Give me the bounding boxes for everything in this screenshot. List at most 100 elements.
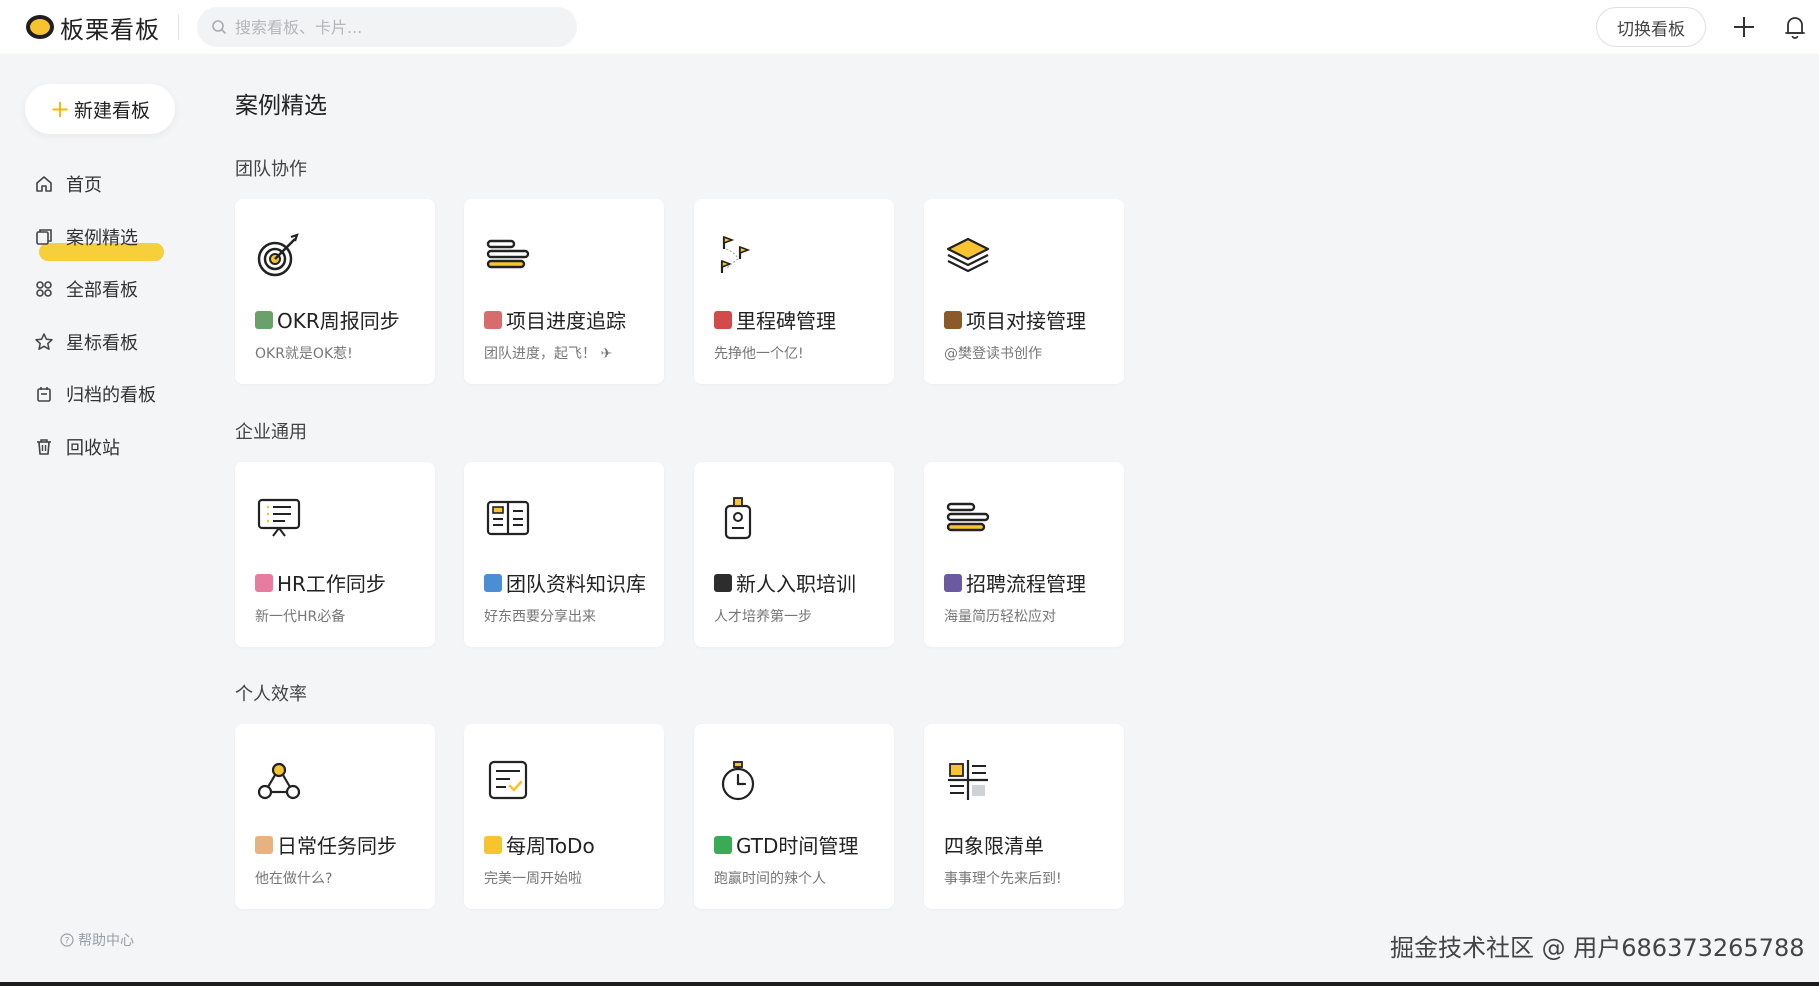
card-description: 他在做什么? bbox=[255, 871, 333, 887]
home-icon bbox=[36, 176, 52, 193]
watermark: 掘金技术社区 @ 用户686373265788 bbox=[1390, 934, 1805, 962]
template-card[interactable]: 日常任务同步 他在做什么? bbox=[235, 724, 435, 909]
header-divider bbox=[178, 14, 179, 40]
list-bars-icon bbox=[946, 502, 990, 532]
card-description: 好东西要分享出来 bbox=[484, 609, 596, 625]
star-icon bbox=[35, 333, 53, 350]
milestone-flags-icon bbox=[720, 235, 751, 273]
chestnut-logo-icon bbox=[26, 15, 54, 39]
person-emoji-icon bbox=[255, 310, 273, 329]
sidebar-item-label: 星标看板 bbox=[66, 332, 138, 354]
card-description: OKR就是OK惹! bbox=[255, 346, 353, 362]
sidebar-item-home[interactable]: 首页 bbox=[34, 158, 156, 211]
section-title: 个人效率 bbox=[235, 684, 307, 705]
sidebar-item-trash[interactable]: 回收站 bbox=[34, 421, 156, 474]
search-input[interactable] bbox=[235, 17, 555, 37]
help-center-link[interactable]: ? 帮助中心 bbox=[60, 930, 134, 950]
template-card[interactable]: HR工作同步 新一代HR必备 bbox=[235, 462, 435, 647]
card-description: 先挣他一个亿! bbox=[714, 346, 804, 362]
template-card[interactable]: 新人入职培训 人才培养第一步 bbox=[694, 462, 894, 647]
search-icon bbox=[212, 20, 226, 34]
card-title: 项目进度追踪 bbox=[506, 309, 626, 333]
card-description: 海量简历轻松应对 bbox=[944, 609, 1056, 625]
grid-icon bbox=[36, 281, 52, 298]
template-card[interactable]: 里程碑管理 先挣他一个亿! bbox=[694, 199, 894, 384]
top-bar: 板栗看板 bbox=[0, 0, 1819, 54]
bell-icon[interactable] bbox=[1782, 14, 1808, 40]
card-title: 每周ToDo bbox=[506, 834, 595, 858]
card-title: 日常任务同步 bbox=[277, 834, 397, 858]
plus-icon: + bbox=[49, 95, 71, 123]
sidebar-item-archived[interactable]: 归档的看板 bbox=[34, 368, 156, 421]
new-board-button[interactable]: + 新建看板 bbox=[25, 84, 175, 134]
person-emoji-icon bbox=[944, 573, 962, 592]
presentation-board-icon bbox=[257, 498, 301, 537]
card-title: 四象限清单 bbox=[944, 834, 1044, 858]
checklist-icon bbox=[488, 760, 528, 800]
sidebar-item-label: 回收站 bbox=[66, 437, 120, 459]
target-icon bbox=[257, 233, 299, 277]
template-card[interactable]: 每周ToDo 完美一周开始啦 bbox=[464, 724, 664, 909]
section-title: 团队协作 bbox=[235, 159, 307, 180]
template-card[interactable]: GTD时间管理 跑赢时间的辣个人 bbox=[694, 724, 894, 909]
card-description: 事事理个先来后到! bbox=[944, 871, 1062, 887]
question-circle-icon: ? bbox=[60, 933, 74, 947]
card-title: 招聘流程管理 bbox=[966, 572, 1086, 596]
app-logo[interactable]: 板栗看板 bbox=[26, 0, 160, 54]
sidebar-item-featured[interactable]: 案例精选 bbox=[34, 211, 164, 264]
help-center-label: 帮助中心 bbox=[78, 933, 134, 949]
svg-text:?: ? bbox=[65, 937, 70, 947]
stopwatch-icon bbox=[721, 761, 755, 801]
network-triangle-icon bbox=[257, 762, 301, 800]
template-card[interactable]: 四象限清单 事事理个先来后到! bbox=[924, 724, 1124, 909]
briefcase-emoji-icon bbox=[944, 310, 962, 329]
badge-icon bbox=[724, 497, 752, 540]
card-title: 项目对接管理 bbox=[966, 309, 1086, 333]
progress-bars-icon bbox=[486, 239, 530, 269]
window-bottom-edge bbox=[0, 982, 1819, 986]
new-board-label: 新建看板 bbox=[74, 99, 151, 122]
card-description: 团队进度，起飞！ ✈ bbox=[484, 346, 613, 362]
template-card[interactable]: 项目进度追踪 团队进度，起飞！ ✈ bbox=[464, 199, 664, 384]
sidebar-item-all-boards[interactable]: 全部看板 bbox=[34, 263, 156, 316]
copy-icon bbox=[36, 228, 52, 245]
template-card[interactable]: 招聘流程管理 海量简历轻松应对 bbox=[924, 462, 1124, 647]
sidebar-item-label: 首页 bbox=[66, 175, 102, 197]
card-title: 里程碑管理 bbox=[736, 309, 836, 333]
layers-icon bbox=[946, 237, 990, 273]
card-title: HR工作同步 bbox=[277, 572, 386, 596]
card-title: OKR周报同步 bbox=[277, 309, 400, 333]
card-description: 新一代HR必备 bbox=[255, 609, 346, 625]
add-icon[interactable] bbox=[1731, 14, 1757, 40]
page-title: 案例精选 bbox=[235, 93, 327, 119]
graduation-cap-emoji-icon bbox=[714, 573, 732, 592]
sidebar-nav: 首页 案例精选 全部看板 星标看板 归档的看板 回收站 bbox=[34, 158, 164, 474]
quadrant-icon bbox=[948, 760, 988, 800]
card-title: 新人入职培训 bbox=[736, 572, 856, 596]
books-emoji-icon bbox=[484, 573, 502, 592]
sidebar-item-label: 归档的看板 bbox=[66, 385, 156, 407]
trash-icon bbox=[37, 439, 51, 455]
sidebar-item-label: 案例精选 bbox=[66, 227, 138, 249]
ship-emoji-icon bbox=[484, 310, 502, 329]
switch-board-button[interactable]: 切换看板 bbox=[1596, 7, 1706, 47]
tulip-emoji-icon bbox=[255, 573, 273, 592]
book-icon bbox=[486, 500, 530, 536]
template-card[interactable]: OKR周报同步 OKR就是OK惹! bbox=[235, 199, 435, 384]
card-description: @樊登读书创作 bbox=[944, 346, 1042, 362]
checkmark-emoji-icon bbox=[714, 835, 732, 854]
app-name: 板栗看板 bbox=[60, 15, 160, 44]
archive-icon bbox=[37, 387, 51, 403]
card-title: GTD时间管理 bbox=[736, 834, 859, 858]
search-box[interactable] bbox=[197, 7, 577, 47]
chick-emoji-icon bbox=[484, 835, 502, 854]
golf-emoji-icon bbox=[714, 310, 732, 329]
sidebar-item-starred[interactable]: 星标看板 bbox=[34, 316, 156, 369]
sidebar-item-label: 全部看板 bbox=[66, 280, 138, 302]
memo-emoji-icon bbox=[255, 835, 273, 854]
section-title: 企业通用 bbox=[235, 422, 307, 443]
card-description: 跑赢时间的辣个人 bbox=[714, 871, 826, 887]
template-card[interactable]: 团队资料知识库 好东西要分享出来 bbox=[464, 462, 664, 647]
card-description: 人才培养第一步 bbox=[714, 609, 812, 625]
template-card[interactable]: 项目对接管理 @樊登读书创作 bbox=[924, 199, 1124, 384]
